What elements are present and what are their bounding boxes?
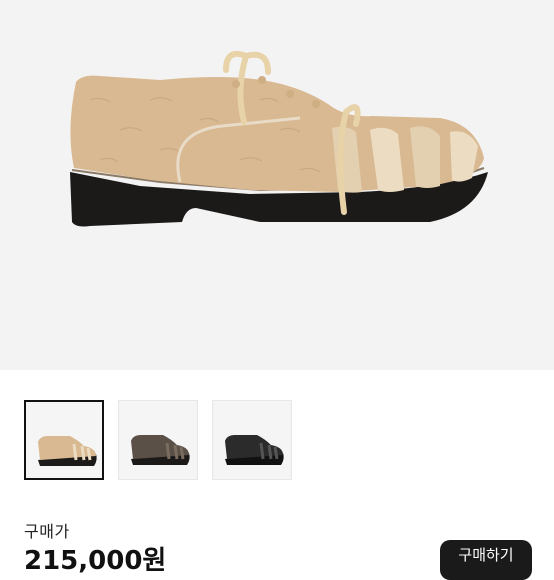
shoe-illustration <box>70 50 488 227</box>
price-value: 215,000원 <box>24 546 167 576</box>
thumbnail-brown[interactable] <box>118 400 198 480</box>
shoe-thumbnail-icon <box>225 435 284 465</box>
shoe-thumbnail-icon <box>131 435 190 465</box>
thumbnail-strip <box>0 370 554 496</box>
shoe-thumbnail-icon <box>38 436 97 466</box>
product-hero-image <box>0 0 554 370</box>
thumbnail-beige[interactable] <box>24 400 104 480</box>
thumbnail-black[interactable] <box>212 400 292 480</box>
buy-button[interactable]: 구매하기 <box>440 540 532 580</box>
price-label: 구매가 <box>24 522 70 541</box>
